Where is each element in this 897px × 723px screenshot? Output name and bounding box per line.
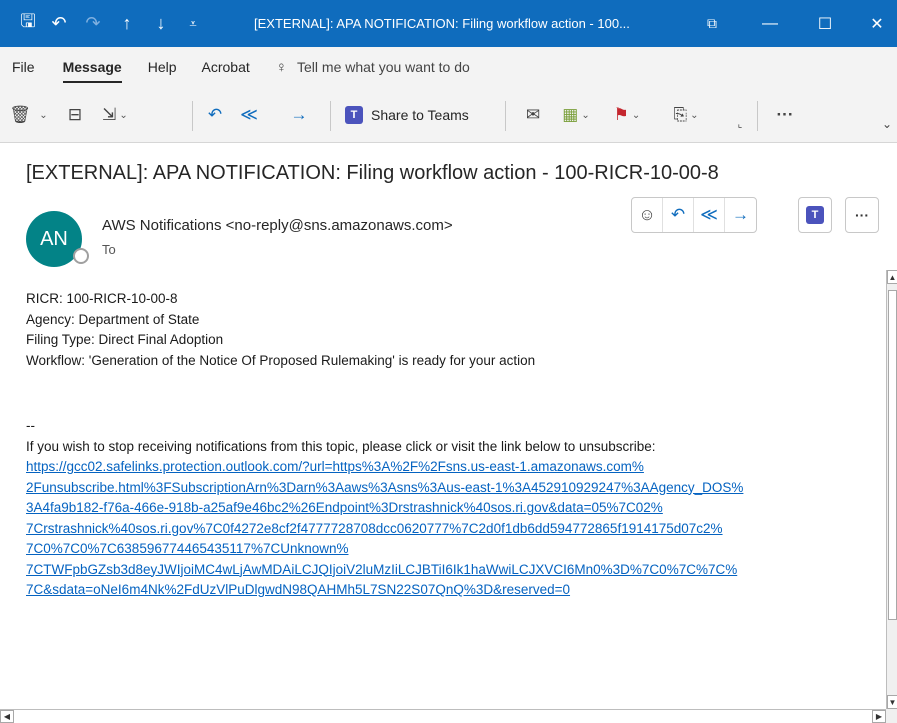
- collapse-ribbon-icon[interactable]: ⌄: [880, 117, 894, 131]
- ribbon-separator: [757, 101, 758, 131]
- move-button[interactable]: ⇲ ⌄: [97, 101, 133, 129]
- chevron-down-icon: ⌄: [581, 109, 590, 121]
- lightbulb-icon: ♀: [275, 58, 288, 76]
- title-bar: 🖫 ↶ ↷ ↑ ↓ ⩡ [EXTERNAL]: APA NOTIFICATION…: [0, 0, 897, 47]
- scroll-left-arrow-icon[interactable]: ◀: [0, 710, 14, 723]
- link-line[interactable]: 7C0%7C0%7C638596774465435117%7CUnknown%: [26, 539, 886, 560]
- signature-separator: --: [26, 418, 35, 433]
- reply-all-icon: ≪: [240, 105, 258, 124]
- close-button[interactable]: ✕: [854, 0, 897, 47]
- unsubscribe-link[interactable]: https://gcc02.safelinks.protection.outlo…: [26, 457, 886, 601]
- reply-button[interactable]: ↶: [202, 101, 228, 129]
- body-line-filing-type: Filing Type: Direct Final Adoption: [26, 332, 224, 347]
- message-body: RICR: 100-RICR-10-00-8 Agency: Departmen…: [26, 289, 886, 601]
- arrow-up-icon[interactable]: ↑: [110, 0, 144, 47]
- arrow-down-icon[interactable]: ↓: [144, 0, 178, 47]
- link-line[interactable]: 3A4fa9b182-f76a-466e-918b-a25af9e46bc2%2…: [26, 498, 886, 519]
- horizontal-scrollbar[interactable]: ◀ ▶: [0, 709, 886, 723]
- window-title: [EXTERNAL]: APA NOTIFICATION: Filing wor…: [254, 16, 630, 31]
- scroll-right-arrow-icon[interactable]: ▶: [872, 710, 886, 723]
- delete-dropdown[interactable]: ⌄: [34, 101, 50, 129]
- link-line[interactable]: 7Crstrashnick%40sos.ri.gov%7C0f4272e8cf2…: [26, 519, 886, 540]
- teams-icon: T: [345, 106, 363, 124]
- chevron-down-icon: ⌄: [690, 109, 699, 121]
- chevron-down-icon: ⌄: [631, 109, 641, 121]
- share-to-teams-label: Share to Teams: [371, 107, 469, 123]
- unsubscribe-text: If you wish to stop receiving notificati…: [26, 438, 656, 454]
- tell-me-label: Tell me what you want to do: [297, 59, 470, 75]
- archive-icon[interactable]: ⊟: [63, 101, 87, 129]
- link-line[interactable]: 2Funsubscribe.html%3FSubscriptionArn%3Da…: [26, 478, 886, 499]
- chevron-down-icon: ⌄: [119, 109, 128, 121]
- link-line[interactable]: 7CTWFpbGZsb3d8eyJWIjoiMC4wLjAwMDAiLCJQIj…: [26, 560, 886, 581]
- scroll-up-arrow-icon[interactable]: ▲: [887, 270, 897, 284]
- redo-icon[interactable]: ↷: [76, 0, 110, 47]
- more-options-icon[interactable]: ···: [770, 101, 800, 129]
- mark-unread-icon[interactable]: ✉: [520, 101, 546, 129]
- vertical-scroll-thumb[interactable]: [888, 290, 897, 620]
- body-line-agency: Agency: Department of State: [26, 311, 200, 327]
- presence-status-icon: [73, 248, 89, 264]
- ribbon-toolbar: 🗑 ⌄ ⊟ ⇲ ⌄ ↶ ≪ → T Share to Teams ✉ ▦ ⌄ ⚑ ⌄ …: [0, 87, 897, 143]
- forward-icon[interactable]: →: [725, 198, 756, 232]
- link-line[interactable]: https://gcc02.safelinks.protection.outlo…: [26, 457, 886, 478]
- link-line[interactable]: 7C&sdata=oNeI6m4Nk%2FdUzVlPuDlgwdN98QAHM…: [26, 580, 886, 601]
- dialog-launcher-icon[interactable]: ⌞: [733, 117, 747, 131]
- menu-message[interactable]: Message: [62, 47, 122, 87]
- share-to-teams-button[interactable]: T Share to Teams: [345, 101, 469, 129]
- forward-button[interactable]: →: [286, 101, 312, 129]
- chevron-down-icon: ⌄: [39, 109, 48, 121]
- message-subject: [EXTERNAL]: APA NOTIFICATION: Filing wor…: [26, 162, 719, 184]
- customize-quick-access-icon[interactable]: ⩡: [176, 0, 210, 47]
- menu-file[interactable]: File: [12, 47, 35, 87]
- scroll-down-arrow-icon[interactable]: ▼: [887, 695, 897, 709]
- ribbon-display-options-icon[interactable]: ⧉: [689, 0, 735, 47]
- flag-button[interactable]: ⚑ ⌄: [609, 101, 645, 129]
- tell-me-search[interactable]: ♀ Tell me what you want to do: [276, 59, 470, 76]
- message-actions: ☺ ↶ ≪ →: [631, 197, 757, 233]
- teams-icon: T: [806, 206, 824, 224]
- body-line-workflow: Workflow: 'Generation of the Notice Of P…: [26, 352, 536, 368]
- reply-icon: ↶: [207, 105, 223, 124]
- body-line-ricr: RICR: 100-RICR-10-00-8: [26, 291, 178, 306]
- move-icon: ⇲: [102, 105, 117, 124]
- minimize-button[interactable]: —: [747, 0, 793, 47]
- sender-name[interactable]: AWS Notifications <no-reply@sns.amazonaw…: [102, 217, 453, 234]
- ribbon-separator: [505, 101, 506, 131]
- to-label: To: [102, 242, 116, 257]
- categorize-button[interactable]: ▦ ⌄: [558, 101, 594, 129]
- delete-icon[interactable]: 🗑: [8, 101, 32, 129]
- reply-icon[interactable]: ↶: [663, 198, 694, 232]
- ribbon-separator: [330, 101, 331, 131]
- forward-icon: →: [290, 105, 308, 124]
- flag-icon: ⚑: [613, 105, 629, 124]
- save-icon[interactable]: 🖫: [11, 0, 45, 47]
- rules-icon: ⎘: [673, 105, 688, 124]
- rules-button[interactable]: ⎘ ⌄: [668, 101, 704, 129]
- undo-icon[interactable]: ↶: [42, 0, 76, 47]
- menu-bar: File Message Help Acrobat ♀ Tell me what…: [0, 47, 897, 87]
- categorize-icon: ▦: [562, 105, 579, 124]
- menu-acrobat[interactable]: Acrobat: [202, 47, 250, 87]
- scrollbar-corner: [886, 709, 897, 723]
- vertical-scrollbar[interactable]: ▲ ▼: [886, 270, 897, 710]
- emoji-reaction-icon[interactable]: ☺: [632, 198, 663, 232]
- maximize-button[interactable]: ☐: [802, 0, 848, 47]
- ribbon-separator: [192, 101, 193, 131]
- more-actions-button[interactable]: ···: [845, 197, 879, 233]
- menu-help[interactable]: Help: [148, 47, 177, 87]
- reply-all-button[interactable]: ≪: [236, 101, 262, 129]
- reply-all-icon[interactable]: ≪: [694, 198, 725, 232]
- share-to-teams-header-button[interactable]: T: [798, 197, 832, 233]
